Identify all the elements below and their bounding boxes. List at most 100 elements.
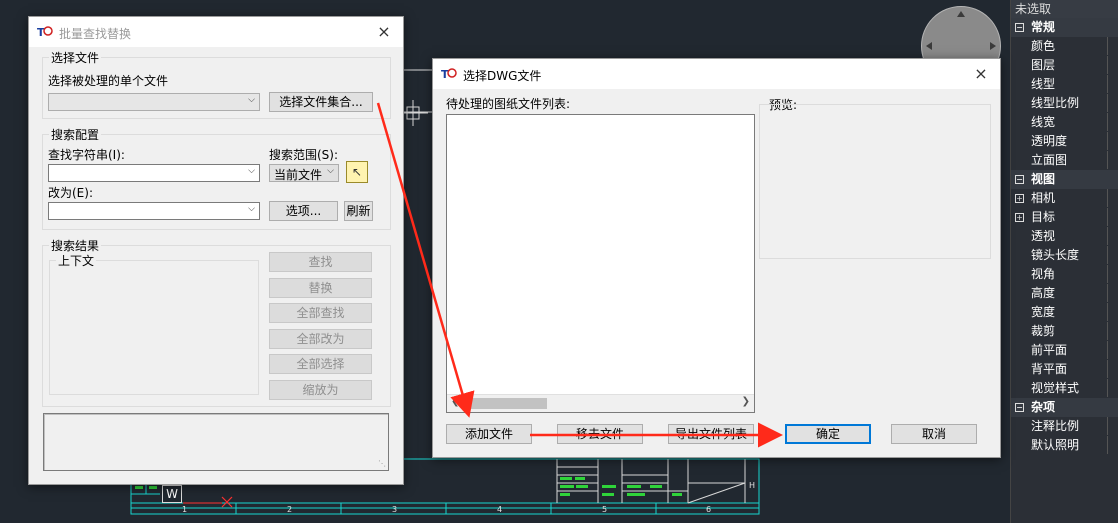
property-row[interactable]: 前平面 [1011,341,1118,360]
chevron-down-icon: ⌵ [327,166,334,176]
group-title: 搜索配置 [49,126,102,143]
property-label: 颜色 [1031,39,1056,53]
scroll-right-icon[interactable]: ❯ [742,396,750,407]
resize-grip-icon[interactable]: ⋱ [378,459,386,468]
collapse-icon[interactable]: − [1015,403,1024,412]
zoom-to-button[interactable]: 缩放为 [269,380,372,400]
search-scope-select[interactable]: 当前文件 ⌵ [269,164,339,182]
nav-right-icon[interactable] [990,42,996,50]
property-row[interactable]: 背平面 [1011,360,1118,379]
property-value[interactable] [1107,132,1118,150]
property-value[interactable] [1107,417,1118,435]
expand-icon[interactable]: + [1015,194,1024,203]
property-label: 图层 [1031,58,1056,72]
property-label: 目标 [1031,210,1056,224]
property-label: 裁剪 [1031,324,1056,338]
replace-with-combo[interactable]: ⌵ [48,202,260,220]
status-text-area[interactable]: ⋱ [43,413,389,471]
property-value[interactable] [1107,37,1118,55]
property-row[interactable]: 视觉样式 [1011,379,1118,398]
remove-file-button[interactable]: 移去文件 [557,424,643,444]
property-row[interactable]: 视角 [1011,265,1118,284]
find-all-button[interactable]: 全部查找 [269,303,372,323]
property-category[interactable]: − 常规 [1011,18,1118,37]
property-value[interactable] [1107,151,1118,169]
refresh-button[interactable]: 刷新 [344,201,373,221]
property-row[interactable]: 立面图 [1011,151,1118,170]
property-row[interactable]: 透明度 [1011,132,1118,151]
property-value[interactable] [1107,322,1118,340]
property-label: 线宽 [1031,115,1056,129]
property-row[interactable]: 线型比例 [1011,94,1118,113]
replace-all-button[interactable]: 全部改为 [269,329,372,349]
property-value[interactable] [1107,379,1118,397]
property-value[interactable] [1107,94,1118,112]
property-value[interactable] [1107,75,1118,93]
nav-left-icon[interactable] [926,42,932,50]
context-box: 上下文 [49,252,259,395]
property-value[interactable] [1107,189,1118,207]
property-value[interactable] [1107,113,1118,131]
property-row[interactable]: + 目标 [1011,208,1118,227]
scroll-left-icon[interactable]: ❮ [451,396,459,407]
property-value[interactable] [1107,227,1118,245]
property-category[interactable]: − 视图 [1011,170,1118,189]
export-file-list-button[interactable]: 导出文件列表 [668,424,754,444]
property-value[interactable] [1107,360,1118,378]
expand-icon[interactable]: + [1015,213,1024,222]
property-value[interactable] [1107,56,1118,74]
property-row[interactable]: 注释比例 [1011,417,1118,436]
ok-button[interactable]: 确定 [785,424,871,444]
select-file-set-button[interactable]: 选择文件集合... [269,92,373,112]
property-row[interactable]: 透视 [1011,227,1118,246]
close-icon[interactable]: × [375,22,393,42]
collapse-icon[interactable]: − [1015,175,1024,184]
property-row[interactable]: 高度 [1011,284,1118,303]
chevron-down-icon: ⌵ [248,95,255,105]
property-label: 透视 [1031,229,1056,243]
property-row[interactable]: 默认照明 [1011,436,1118,455]
property-value[interactable] [1107,208,1118,226]
property-row[interactable]: 镜头长度 [1011,246,1118,265]
file-list[interactable]: ❮ ❯ [446,114,755,413]
dialog-titlebar[interactable]: T 批量查找替换 × [29,17,403,47]
group-title: 选择文件 [49,49,102,66]
close-icon[interactable]: × [972,64,990,84]
property-label: 线型 [1031,77,1056,91]
property-label: 默认照明 [1031,438,1080,452]
app-logo-icon: T [441,68,457,81]
grid-number: 4 [497,505,503,514]
find-button[interactable]: 查找 [269,252,372,272]
property-value[interactable] [1107,246,1118,264]
replace-button[interactable]: 替换 [269,278,372,298]
horizontal-scrollbar[interactable]: ❮ ❯ [447,394,754,412]
property-row[interactable]: 线宽 [1011,113,1118,132]
cancel-button[interactable]: 取消 [891,424,977,444]
add-file-button[interactable]: 添加文件 [446,424,532,444]
scroll-thumb[interactable] [465,398,547,409]
property-row[interactable]: 颜色 [1011,37,1118,56]
collapse-icon[interactable]: − [1015,23,1024,32]
property-value[interactable] [1107,303,1118,321]
property-row[interactable]: 线型 [1011,75,1118,94]
nav-up-icon[interactable] [957,11,965,17]
property-row[interactable]: + 相机 [1011,189,1118,208]
property-row[interactable]: 图层 [1011,56,1118,75]
property-value[interactable] [1107,341,1118,359]
property-value[interactable] [1107,436,1118,454]
pick-objects-icon[interactable]: ↖ [346,161,368,183]
selection-dropdown[interactable]: 未选取 [1011,0,1118,18]
property-row[interactable]: 宽度 [1011,303,1118,322]
property-category[interactable]: − 杂项 [1011,398,1118,417]
property-label: 透明度 [1031,134,1068,148]
property-value[interactable] [1107,284,1118,302]
dialog-title: 选择DWG文件 [463,69,542,83]
options-button[interactable]: 选项... [269,201,338,221]
dialog-titlebar[interactable]: T 选择DWG文件 × [433,59,1000,89]
single-file-combo[interactable]: ⌵ [48,93,260,111]
find-string-combo[interactable]: ⌵ [48,164,260,182]
select-all-button[interactable]: 全部选择 [269,354,372,374]
file-list-label: 待处理的图纸文件列表: [446,97,571,111]
property-row[interactable]: 裁剪 [1011,322,1118,341]
property-value[interactable] [1107,265,1118,283]
